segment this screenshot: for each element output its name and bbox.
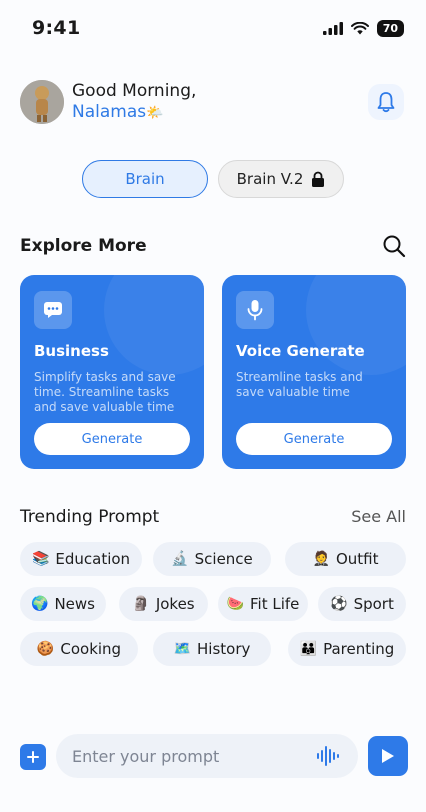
family-icon: 👪 xyxy=(299,641,318,657)
mode-brain-label: Brain xyxy=(125,170,165,188)
map-icon: 🗺️ xyxy=(173,641,192,657)
search-button[interactable] xyxy=(382,234,406,262)
wifi-icon xyxy=(350,22,369,35)
voice-card-title: Voice Generate xyxy=(236,342,365,360)
books-icon: 📚 xyxy=(31,551,50,567)
add-attachment-button[interactable] xyxy=(20,744,46,770)
status-icons: 70 xyxy=(322,20,404,37)
chat-icon xyxy=(44,302,62,318)
header: Good Morning, Nalamas🌤️ xyxy=(20,80,406,124)
chip-label: Jokes xyxy=(155,595,195,613)
mode-switcher: Brain Brain V.2 xyxy=(82,160,344,198)
chip-outfit[interactable]: 🤵 Outfit xyxy=(285,542,406,576)
sound-wave-icon xyxy=(317,746,339,766)
voice-generate-card[interactable]: Voice Generate Streamline tasks and save… xyxy=(222,275,406,469)
voice-input-button[interactable] xyxy=(316,745,342,767)
business-card-title: Business xyxy=(34,342,109,360)
user-name: Nalamas🌤️ xyxy=(72,102,164,122)
cookie-icon: 🍪 xyxy=(36,641,55,657)
globe-icon: 🌍 xyxy=(31,596,49,612)
mode-brain-v2-label: Brain V.2 xyxy=(236,170,304,188)
battery-indicator: 70 xyxy=(376,20,404,37)
chip-label: Education xyxy=(55,550,131,568)
microscope-icon: 🔬 xyxy=(171,551,189,567)
cellular-signal-icon xyxy=(322,22,343,35)
greeting-text: Good Morning, xyxy=(72,81,197,101)
chip-label: Cooking xyxy=(60,640,122,658)
chip-education[interactable]: 📚 Education xyxy=(20,542,142,576)
weather-emoji: 🌤️ xyxy=(146,105,164,121)
chip-sport[interactable]: ⚽ Sport xyxy=(318,587,406,621)
notification-button[interactable] xyxy=(368,84,404,120)
chip-jokes[interactable]: 🗿 Jokes xyxy=(119,587,208,621)
voice-card-icon-box xyxy=(236,291,274,329)
status-time: 9:41 xyxy=(32,17,81,39)
chip-label: Parenting xyxy=(323,640,395,658)
prompt-input[interactable] xyxy=(72,734,302,778)
business-card-description: Simplify tasks and save time. Streamline… xyxy=(34,370,176,414)
business-card[interactable]: Business Simplify tasks and save time. S… xyxy=(20,275,204,469)
chip-parenting[interactable]: 👪 Parenting xyxy=(288,632,406,666)
chip-label: Science xyxy=(194,550,253,568)
mode-brain-button[interactable]: Brain xyxy=(82,160,208,198)
plus-icon xyxy=(27,751,39,763)
chip-label: Outfit xyxy=(335,550,379,568)
avatar-figure-icon xyxy=(20,80,64,124)
chip-cooking[interactable]: 🍪 Cooking xyxy=(20,632,138,666)
chip-science[interactable]: 🔬 Science xyxy=(153,542,271,576)
see-all-link[interactable]: See All xyxy=(351,507,406,526)
chip-label: Sport xyxy=(353,595,394,613)
chip-history[interactable]: 🗺️ History xyxy=(153,632,271,666)
mode-brain-v2-button[interactable]: Brain V.2 xyxy=(218,160,344,198)
moai-icon: 🗿 xyxy=(132,596,150,612)
user-name-text: Nalamas xyxy=(72,102,147,122)
chip-label: History xyxy=(197,640,251,658)
trending-title: Trending Prompt xyxy=(20,507,160,527)
soccer-ball-icon: ⚽ xyxy=(330,596,348,612)
business-card-icon-box xyxy=(34,291,72,329)
chip-fit-life[interactable]: 🍉 Fit Life xyxy=(218,587,308,621)
avatar[interactable] xyxy=(20,80,64,124)
chip-label: News xyxy=(54,595,95,613)
watermelon-icon: 🍉 xyxy=(226,596,245,612)
search-icon xyxy=(383,235,406,258)
business-generate-button[interactable]: Generate xyxy=(34,423,190,455)
voice-generate-button[interactable]: Generate xyxy=(236,423,392,455)
lock-icon xyxy=(312,171,325,187)
suit-person-icon: 🤵 xyxy=(312,551,330,567)
status-bar: 9:41 70 xyxy=(0,0,426,56)
chip-news[interactable]: 🌍 News xyxy=(20,587,106,621)
explore-title: Explore More xyxy=(20,236,147,256)
send-button[interactable] xyxy=(368,736,408,776)
voice-card-description: Streamline tasks and save valuable time xyxy=(236,370,363,399)
prompt-bar xyxy=(56,734,358,778)
send-icon xyxy=(382,749,394,763)
bell-icon xyxy=(377,92,395,113)
chip-label: Fit Life xyxy=(250,595,300,613)
microphone-icon xyxy=(247,300,263,321)
